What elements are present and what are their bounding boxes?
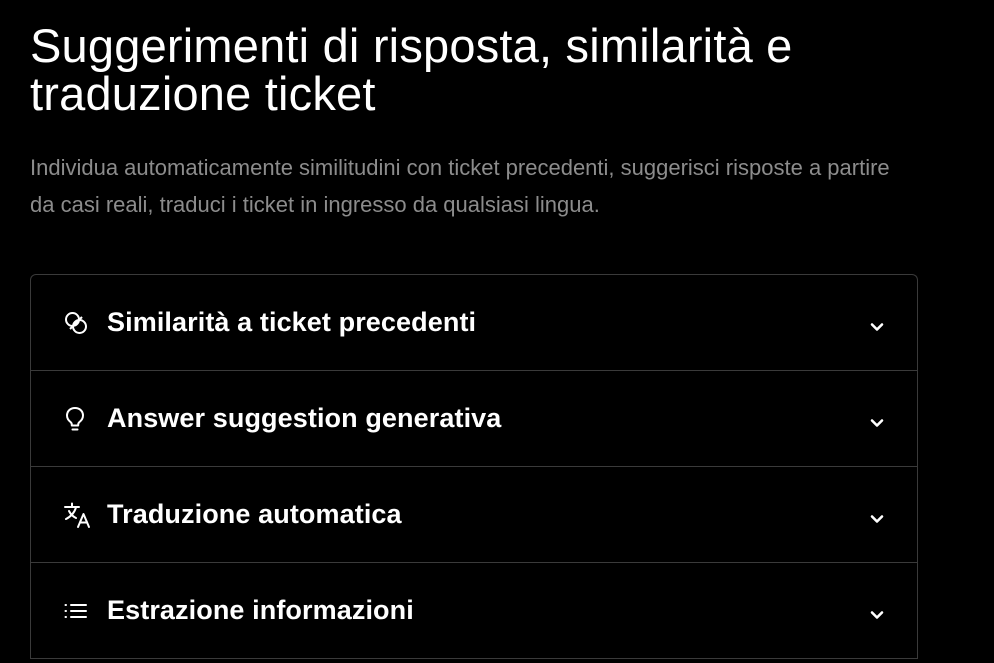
chevron-down-icon[interactable] bbox=[867, 317, 887, 337]
lightbulb-icon bbox=[63, 404, 93, 434]
accordion-item-label: Answer suggestion generativa bbox=[107, 403, 502, 433]
page-subtitle: Individua automaticamente similitudini c… bbox=[30, 155, 890, 217]
link-circles-icon bbox=[63, 308, 93, 338]
accordion-item-answer-suggestion[interactable]: Answer suggestion generativa bbox=[31, 371, 917, 467]
page-title: Suggerimenti di risposta, similarità e t… bbox=[30, 19, 793, 120]
chevron-down-icon[interactable] bbox=[867, 605, 887, 625]
accordion-item-label: Traduzione automatica bbox=[107, 499, 402, 529]
page: Suggerimenti di risposta, similarità e t… bbox=[0, 0, 994, 663]
chevron-down-icon[interactable] bbox=[867, 413, 887, 433]
translate-icon bbox=[63, 500, 93, 530]
features-accordion: Similarità a ticket precedenti Answer su… bbox=[30, 274, 918, 659]
accordion-item-extraction[interactable]: Estrazione informazioni bbox=[31, 563, 917, 659]
accordion-item-label: Estrazione informazioni bbox=[107, 595, 414, 625]
accordion-item-label: Similarità a ticket precedenti bbox=[107, 307, 477, 337]
accordion-item-similarity[interactable]: Similarità a ticket precedenti bbox=[31, 275, 917, 371]
chevron-down-icon[interactable] bbox=[867, 509, 887, 529]
accordion-item-translation[interactable]: Traduzione automatica bbox=[31, 467, 917, 563]
list-icon bbox=[63, 596, 93, 626]
